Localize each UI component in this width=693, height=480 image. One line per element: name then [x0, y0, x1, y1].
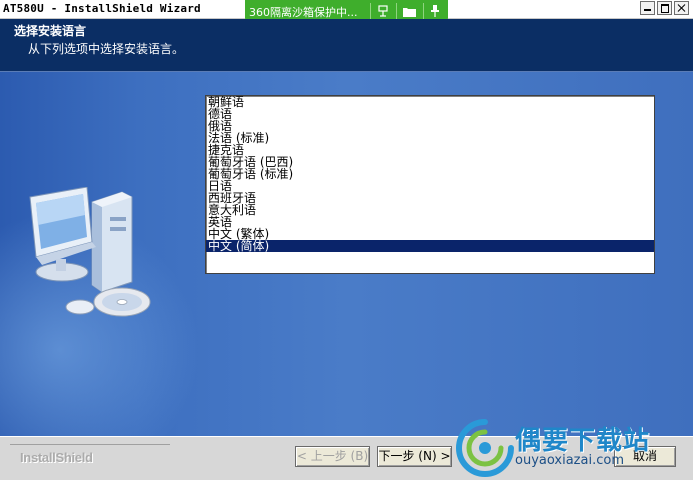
watermark-logo-icon: [456, 419, 514, 477]
installshield-logo: InstallShield: [20, 450, 93, 465]
minimize-button[interactable]: [640, 1, 655, 15]
sandbox-status-text: 360隔离沙箱保护中...: [249, 6, 358, 19]
watermark-title: 偶要下载站: [515, 426, 651, 456]
window-title: AT580U - InstallShield Wizard: [3, 2, 201, 15]
network-icon[interactable]: [374, 2, 392, 20]
divider: [10, 444, 170, 445]
list-item[interactable]: 俄语: [206, 120, 654, 132]
list-item[interactable]: 德语: [206, 108, 654, 120]
list-item[interactable]: 朝鲜语: [206, 96, 654, 108]
site-watermark: 偶要下载站 ouyaoxiazai.com: [455, 416, 693, 479]
language-listbox[interactable]: 朝鲜语 德语 俄语 法语 (标准) 捷克语 葡萄牙语 (巴西) 葡萄牙语 (标准…: [205, 95, 655, 274]
list-item[interactable]: 意大利语: [206, 204, 654, 216]
wizard-header: 选择安装语言 从下列选项中选择安装语言。: [0, 19, 693, 72]
close-button[interactable]: [674, 1, 689, 15]
page-subtitle: 从下列选项中选择安装语言。: [28, 42, 185, 56]
list-item[interactable]: 中文 (繁体): [206, 228, 654, 240]
separator: [423, 3, 424, 19]
maximize-button[interactable]: [657, 1, 672, 15]
page-title: 选择安装语言: [14, 24, 87, 38]
folder-icon[interactable]: [400, 2, 418, 20]
list-item-selected[interactable]: 中文 (简体): [206, 240, 654, 252]
list-item[interactable]: 法语 (标准): [206, 132, 654, 144]
watermark-url: ouyaoxiazai.com: [515, 453, 624, 468]
window-controls: [640, 1, 689, 15]
wizard-body: 朝鲜语 德语 俄语 法语 (标准) 捷克语 葡萄牙语 (巴西) 葡萄牙语 (标准…: [0, 72, 693, 442]
list-item[interactable]: 西班牙语: [206, 192, 654, 204]
list-item[interactable]: 英语: [206, 216, 654, 228]
pin-icon[interactable]: [426, 2, 444, 20]
next-button[interactable]: 下一步 (N) >: [377, 446, 452, 467]
separator: [370, 3, 371, 19]
list-item[interactable]: 日语: [206, 180, 654, 192]
list-item[interactable]: 葡萄牙语 (标准): [206, 168, 654, 180]
back-button[interactable]: < 上一步 (B): [295, 446, 370, 467]
separator: [396, 3, 397, 19]
computer-illustration-icon: [29, 187, 151, 317]
